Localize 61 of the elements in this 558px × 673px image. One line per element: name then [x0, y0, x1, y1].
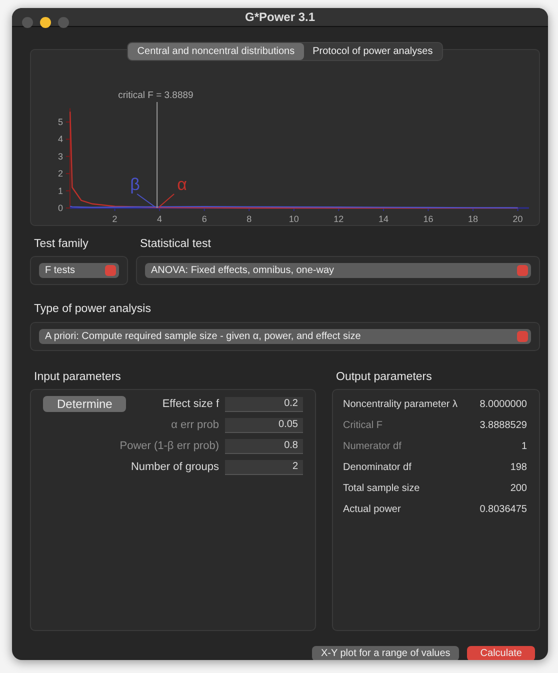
tick-label: 20 [512, 214, 523, 222]
tab[interactable]: Central and noncentral distributions [128, 43, 304, 60]
stepper-icon [517, 265, 528, 276]
tick-label: 10 [288, 214, 299, 222]
critical-value-label: critical F = 3.8889 [118, 90, 194, 101]
tick-label: 6 [202, 214, 207, 222]
field-label: Power (1-β err prob) [120, 439, 219, 454]
output-label: Denominator df [343, 460, 412, 475]
stepper-icon [105, 265, 116, 276]
tick-label: 0 [58, 203, 63, 213]
determine-button[interactable]: Determine [43, 396, 126, 412]
statistical-test-select[interactable]: ANOVA: Fixed effects, omnibus, one-way [145, 263, 531, 278]
leader-line [158, 194, 175, 208]
output-label: Total sample size [343, 482, 420, 496]
section-label: Input parameters [34, 370, 122, 384]
section-label: Test family [34, 237, 88, 252]
output-value: 1 [521, 440, 527, 454]
output-value: 200 [510, 482, 527, 496]
leader-line [136, 194, 156, 208]
section-label: Output parameters [336, 370, 433, 384]
tick-label: 8 [246, 214, 252, 222]
tick-label: 16 [423, 214, 434, 222]
alpha-label: α [177, 175, 187, 194]
minimize-button[interactable] [40, 17, 51, 28]
tick-label: 5 [58, 117, 63, 127]
plot-button[interactable]: X-Y plot for a range of values [312, 646, 460, 660]
input-field[interactable]: 0.2 [225, 396, 303, 412]
output-value: 8.0000000 [480, 398, 527, 412]
test-family-select[interactable]: F tests [39, 263, 119, 278]
tick-label: 3 [58, 151, 63, 162]
field-label: Effect size f [162, 397, 219, 412]
beta-label: β [130, 175, 140, 194]
output-label: Actual power [343, 502, 401, 517]
output-value: 198 [510, 460, 527, 475]
tab[interactable]: Protocol of power analyses [304, 43, 442, 60]
output-value: 3.8888529 [480, 418, 527, 433]
input-field[interactable]: 0.05 [225, 418, 303, 433]
tick-label: 4 [157, 214, 162, 222]
tick-label: 2 [112, 214, 118, 222]
input-field[interactable]: 2 [225, 460, 303, 475]
calculate-button[interactable]: Calculate [467, 646, 535, 660]
input-field[interactable]: 0.8 [225, 438, 303, 454]
tick-label: 18 [468, 214, 478, 222]
section-label: Statistical test [140, 237, 211, 252]
output-label: Critical F [343, 418, 382, 433]
close-button[interactable] [22, 17, 33, 28]
field-label: α err prob [171, 418, 219, 433]
field-label: Number of groups [130, 460, 219, 475]
output-label: Noncentrality parameter λ [343, 398, 458, 412]
window-title: G*Power 3.1 [244, 9, 316, 26]
tick-label: 2 [58, 168, 63, 179]
zoom-button[interactable] [58, 17, 69, 28]
tick-label: 1 [58, 186, 63, 196]
tick-label: 4 [58, 134, 63, 144]
output-value: 0.8036475 [480, 502, 527, 517]
tick-label: 12 [334, 214, 344, 222]
section-label: Type of power analysis [34, 302, 151, 318]
power-analysis-select[interactable]: A priori: Compute required sample size - given α, power, and effect size [39, 328, 531, 344]
stepper-icon [517, 330, 528, 342]
output-label: Numerator df [343, 440, 402, 454]
tick-label: 14 [378, 214, 388, 222]
